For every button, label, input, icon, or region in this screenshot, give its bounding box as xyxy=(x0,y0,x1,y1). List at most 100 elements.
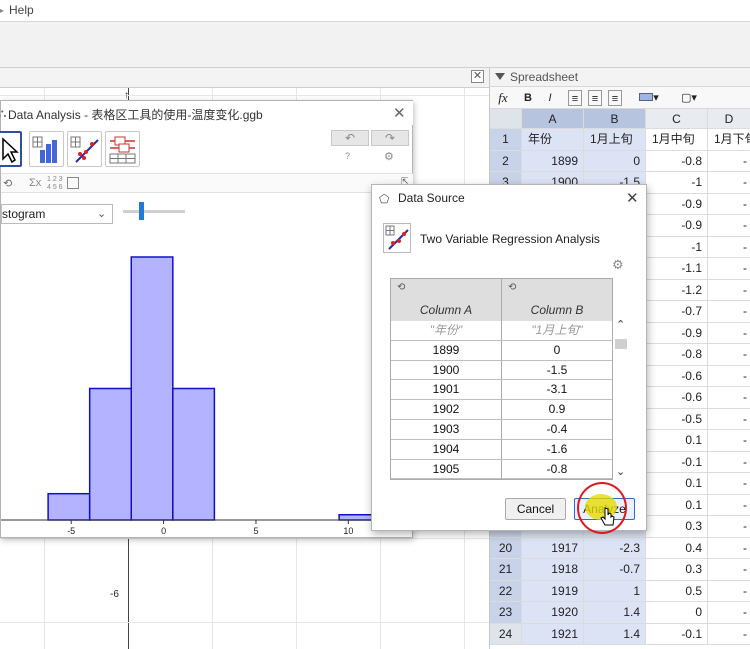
data-source-cell[interactable]: -1.6 xyxy=(502,439,613,460)
data-source-cell[interactable]: 1899 xyxy=(391,340,502,361)
fill-color-icon[interactable]: ▾ xyxy=(635,90,663,106)
row-header[interactable]: 21 xyxy=(490,559,522,581)
two-variable-regression-icon[interactable] xyxy=(67,131,102,167)
row-header[interactable]: 20 xyxy=(490,537,522,559)
spreadsheet-cell[interactable]: - xyxy=(708,236,750,258)
settings-gear-icon[interactable]: ⚙ xyxy=(384,150,394,163)
scroll-down-icon[interactable]: ⌄ xyxy=(616,465,625,478)
spreadsheet-cell[interactable]: 0.5 xyxy=(646,580,708,602)
menu-help[interactable]: Help xyxy=(9,3,34,17)
spreadsheet-cell[interactable]: - xyxy=(708,451,750,473)
spreadsheet-cell[interactable]: -0.6 xyxy=(646,387,708,409)
data-source-cell[interactable]: 1900 xyxy=(391,360,502,381)
collapse-triangle-icon[interactable] xyxy=(495,73,505,80)
spreadsheet-cell[interactable]: -0.9 xyxy=(646,193,708,215)
spreadsheet-cell[interactable]: 1月下旬 xyxy=(708,129,750,151)
spreadsheet-cell[interactable]: -1 xyxy=(646,236,708,258)
data-source-icon[interactable]: ⟲ xyxy=(3,177,12,190)
row-header[interactable]: 1 xyxy=(490,129,522,151)
spreadsheet-cell[interactable]: - xyxy=(708,602,750,624)
spreadsheet-cell[interactable]: 1月中旬 xyxy=(646,129,708,151)
scroll-thumb[interactable] xyxy=(615,339,627,349)
class-slider-track[interactable] xyxy=(123,210,185,213)
italic-button[interactable]: I xyxy=(543,90,557,106)
data-source-cell[interactable]: 1901 xyxy=(391,380,502,401)
one-variable-analysis-icon[interactable] xyxy=(29,131,64,167)
data-source-cell[interactable]: 0.9 xyxy=(502,400,613,420)
spreadsheet-cell[interactable]: - xyxy=(708,258,750,280)
class-slider-thumb[interactable] xyxy=(139,202,144,220)
column-header-a[interactable]: A xyxy=(522,109,584,129)
row-header[interactable]: 24 xyxy=(490,623,522,645)
spreadsheet-cell[interactable]: - xyxy=(708,537,750,559)
row-header[interactable]: 23 xyxy=(490,602,522,624)
spreadsheet-cell[interactable]: - xyxy=(708,387,750,409)
redo-button[interactable]: ↷ xyxy=(371,130,409,146)
column-a-header[interactable]: ⟲ Column A xyxy=(391,279,502,321)
statistics-icon[interactable]: Σx xyxy=(29,177,41,189)
column-header-c[interactable]: C xyxy=(646,109,708,129)
column-a-source-icon[interactable]: ⟲ xyxy=(397,282,405,293)
spreadsheet-cell[interactable]: -0.1 xyxy=(646,623,708,645)
spreadsheet-cell[interactable]: - xyxy=(708,322,750,344)
show-data-icon[interactable]: 1 2 34 5 6 xyxy=(47,176,63,192)
spreadsheet-cell[interactable]: -2.3 xyxy=(584,537,646,559)
help-icon[interactable]: ? xyxy=(345,151,350,161)
spreadsheet-cell[interactable]: 年份 xyxy=(522,129,584,151)
data-source-cell[interactable]: 1905 xyxy=(391,459,502,480)
spreadsheet-cell[interactable]: 1921 xyxy=(522,623,584,645)
data-source-cell[interactable]: 1904 xyxy=(391,439,502,460)
fx-button[interactable]: fx xyxy=(495,90,511,106)
spreadsheet-cell[interactable]: 1.4 xyxy=(584,623,646,645)
spreadsheet-cell[interactable]: 1 xyxy=(584,580,646,602)
align-left-icon[interactable]: ≡ xyxy=(568,90,582,106)
chevron-down-icon[interactable]: ⌄ xyxy=(97,207,106,220)
spreadsheet-cell[interactable]: 0.3 xyxy=(646,516,708,538)
data-source-scrollbar[interactable]: ⌃ ⌄ xyxy=(615,319,627,482)
column-b-header[interactable]: ⟲ Column B xyxy=(502,279,613,321)
spreadsheet-cell[interactable]: -1 xyxy=(646,172,708,194)
spreadsheet-cell[interactable]: 1899 xyxy=(522,150,584,172)
data-source-cell[interactable]: -0.8 xyxy=(502,459,613,480)
spreadsheet-cell[interactable]: - xyxy=(708,365,750,387)
spreadsheet-cell[interactable]: -0.5 xyxy=(646,408,708,430)
spreadsheet-cell[interactable]: - xyxy=(708,279,750,301)
border-icon[interactable]: ▢▾ xyxy=(675,90,703,106)
spreadsheet-cell[interactable]: - xyxy=(708,172,750,194)
data-source-cell[interactable]: 0 xyxy=(502,340,613,361)
spreadsheet-cell[interactable]: -0.1 xyxy=(646,451,708,473)
close-data-analysis-icon[interactable]: ✕ xyxy=(393,104,406,122)
spreadsheet-cell[interactable]: - xyxy=(708,559,750,581)
spreadsheet-cell[interactable]: -0.7 xyxy=(646,301,708,323)
spreadsheet-cell[interactable]: -0.6 xyxy=(646,365,708,387)
spreadsheet-cell[interactable]: 1919 xyxy=(522,580,584,602)
move-tool-icon[interactable] xyxy=(0,131,22,167)
split-view-icon[interactable] xyxy=(67,177,79,189)
spreadsheet-cell[interactable]: -0.9 xyxy=(646,322,708,344)
scroll-up-icon[interactable]: ⌃ xyxy=(616,318,625,331)
data-source-cell[interactable]: 1902 xyxy=(391,400,502,420)
data-source-cell[interactable]: 1903 xyxy=(391,420,502,440)
spreadsheet-cell[interactable]: 1.4 xyxy=(584,602,646,624)
spreadsheet-cell[interactable]: - xyxy=(708,494,750,516)
align-center-icon[interactable]: ≡ xyxy=(588,90,602,106)
spreadsheet-cell[interactable]: - xyxy=(708,430,750,452)
data-source-cell[interactable]: -0.4 xyxy=(502,420,613,440)
spreadsheet-cell[interactable]: 0.3 xyxy=(646,559,708,581)
spreadsheet-cell[interactable]: 1917 xyxy=(522,537,584,559)
data-source-cell[interactable]: -1.5 xyxy=(502,360,613,381)
spreadsheet-cell[interactable]: 0.4 xyxy=(646,537,708,559)
spreadsheet-cell[interactable]: - xyxy=(708,301,750,323)
spreadsheet-cell[interactable]: 0.1 xyxy=(646,494,708,516)
spreadsheet-cell[interactable]: - xyxy=(708,516,750,538)
spreadsheet-cell[interactable]: -0.8 xyxy=(646,150,708,172)
row-header[interactable]: 22 xyxy=(490,580,522,602)
spreadsheet-cell[interactable]: -0.9 xyxy=(646,215,708,237)
spreadsheet-cell[interactable]: 0 xyxy=(584,150,646,172)
corner-cell[interactable] xyxy=(490,109,522,129)
column-header-b[interactable]: B xyxy=(584,109,646,129)
close-data-source-icon[interactable]: ✕ xyxy=(626,189,639,207)
data-source-cell[interactable]: -3.1 xyxy=(502,380,613,401)
spreadsheet-cell[interactable]: - xyxy=(708,408,750,430)
spreadsheet-cell[interactable]: 0.1 xyxy=(646,430,708,452)
